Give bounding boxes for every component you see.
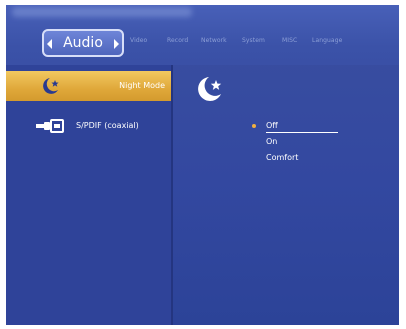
tab-audio-label: Audio	[63, 35, 103, 51]
tab-misc[interactable]: MISC	[282, 37, 297, 44]
tab-prev-arrow-icon[interactable]	[47, 39, 52, 49]
top-band: Audio Video Record Network System MISC L…	[6, 5, 399, 65]
settings-tabs: Audio Video Record Network System MISC L…	[6, 29, 399, 57]
tab-language[interactable]: Language	[312, 37, 342, 44]
option-label: On	[266, 137, 278, 146]
option-comfort[interactable]: Comfort	[250, 150, 380, 166]
option-label: Comfort	[266, 153, 299, 162]
selected-bullet-icon	[252, 124, 256, 128]
tab-video[interactable]: Video	[130, 37, 147, 44]
tab-network[interactable]: Network	[201, 37, 227, 44]
menu-item-spdif[interactable]: S/PDIF (coaxial)	[6, 111, 171, 141]
moon-star-icon	[198, 77, 222, 101]
option-off[interactable]: Off	[250, 118, 380, 134]
night-mode-options: Off On Comfort	[250, 118, 380, 166]
menu-panel: Night Mode S/PDIF (coaxial)	[6, 65, 171, 325]
menu-item-night-mode[interactable]: Night Mode	[6, 71, 171, 101]
tab-record[interactable]: Record	[167, 37, 188, 44]
option-underline	[266, 132, 338, 133]
setup-screen: Audio Video Record Network System MISC L…	[6, 5, 399, 325]
menu-item-label: Night Mode	[119, 81, 165, 90]
header-glow	[12, 7, 192, 17]
panel-divider	[171, 65, 173, 325]
spdif-cable-icon	[36, 119, 64, 133]
tab-next-arrow-icon[interactable]	[114, 39, 119, 49]
moon-star-icon	[43, 78, 59, 94]
tab-audio[interactable]: Audio	[42, 29, 124, 57]
option-label: Off	[266, 121, 278, 130]
tab-system[interactable]: System	[242, 37, 265, 44]
menu-item-label: S/PDIF (coaxial)	[76, 121, 139, 130]
option-on[interactable]: On	[250, 134, 380, 150]
